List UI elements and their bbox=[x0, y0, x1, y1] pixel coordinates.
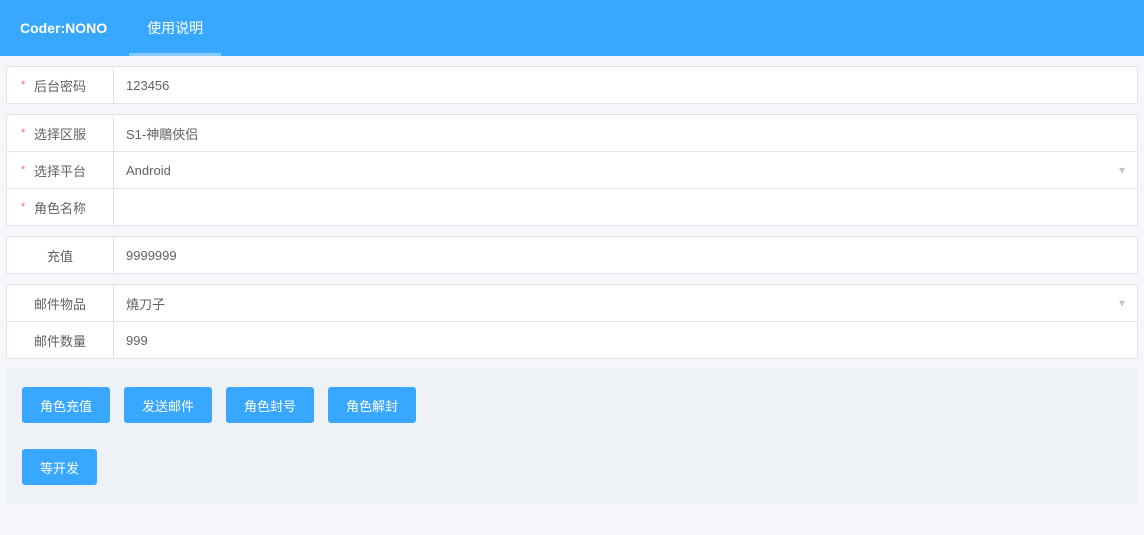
server-input[interactable] bbox=[126, 126, 1125, 141]
button-row-2: 等开发 bbox=[22, 449, 1122, 485]
chevron-down-icon: ▾ bbox=[1119, 296, 1125, 310]
button-row-1: 角色充值 发送邮件 角色封号 角色解封 bbox=[22, 387, 1122, 423]
row-platform: 选择平台 ▾ bbox=[6, 151, 1138, 189]
row-character: 角色名称 bbox=[6, 188, 1138, 226]
label-character: 角色名称 bbox=[6, 188, 114, 226]
ban-button[interactable]: 角色封号 bbox=[226, 387, 314, 423]
brand-label: Coder:NONO bbox=[20, 20, 129, 36]
label-mail-qty: 邮件数量 bbox=[6, 321, 114, 359]
form-container: 后台密码 选择区服 选择平台 ▾ 角色名称 bbox=[0, 56, 1144, 513]
row-server: 选择区服 bbox=[6, 114, 1138, 152]
chevron-down-icon: ▾ bbox=[1119, 163, 1125, 177]
row-recharge: 充值 bbox=[6, 236, 1138, 274]
cell-server bbox=[114, 114, 1138, 152]
header: Coder:NONO 使用说明 bbox=[0, 0, 1144, 56]
row-backend-password: 后台密码 bbox=[6, 66, 1138, 104]
cell-backend-password bbox=[114, 66, 1138, 104]
cell-recharge bbox=[114, 236, 1138, 274]
label-mail-item: 邮件物品 bbox=[6, 284, 114, 322]
pending-dev-button[interactable]: 等开发 bbox=[22, 449, 97, 485]
cell-mail-qty bbox=[114, 321, 1138, 359]
send-mail-button[interactable]: 发送邮件 bbox=[124, 387, 212, 423]
platform-select-value bbox=[126, 163, 1125, 178]
group-password: 后台密码 bbox=[6, 66, 1138, 104]
unban-button[interactable]: 角色解封 bbox=[328, 387, 416, 423]
recharge-button[interactable]: 角色充值 bbox=[22, 387, 110, 423]
row-mail-item: 邮件物品 ▾ bbox=[6, 284, 1138, 322]
cell-character bbox=[114, 188, 1138, 226]
group-server-platform-character: 选择区服 选择平台 ▾ 角色名称 bbox=[6, 114, 1138, 226]
tab-instructions[interactable]: 使用说明 bbox=[129, 0, 221, 56]
group-mail: 邮件物品 ▾ 邮件数量 bbox=[6, 284, 1138, 359]
group-recharge: 充值 bbox=[6, 236, 1138, 274]
character-input[interactable] bbox=[126, 200, 1125, 215]
button-bar: 角色充值 发送邮件 角色封号 角色解封 等开发 bbox=[6, 369, 1138, 503]
backend-password-input[interactable] bbox=[126, 78, 1125, 93]
label-server: 选择区服 bbox=[6, 114, 114, 152]
recharge-input[interactable] bbox=[126, 248, 1125, 263]
mail-item-select[interactable]: ▾ bbox=[114, 284, 1138, 322]
label-backend-password: 后台密码 bbox=[6, 66, 114, 104]
platform-select[interactable]: ▾ bbox=[114, 151, 1138, 189]
label-platform: 选择平台 bbox=[6, 151, 114, 189]
mail-item-select-value bbox=[126, 296, 1125, 311]
mail-qty-input[interactable] bbox=[126, 333, 1125, 348]
row-mail-qty: 邮件数量 bbox=[6, 321, 1138, 359]
label-recharge: 充值 bbox=[6, 236, 114, 274]
